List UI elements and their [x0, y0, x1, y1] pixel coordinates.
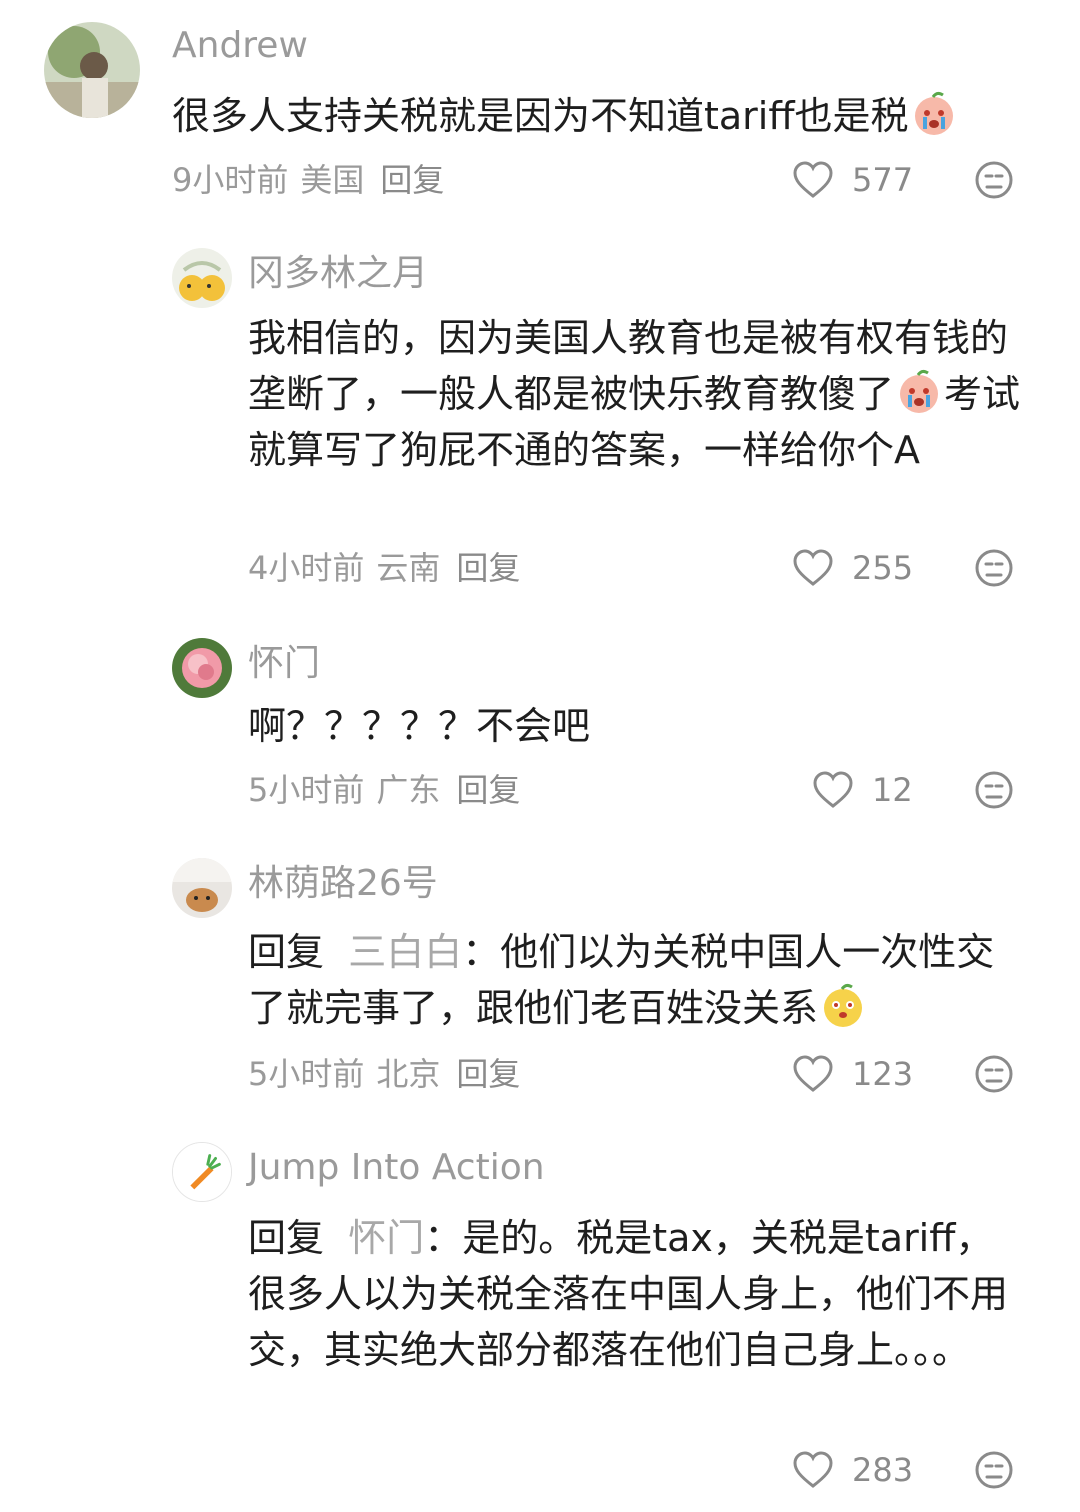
- reply-prefix: 回复: [248, 930, 325, 974]
- dislike-face-icon: [975, 161, 1013, 199]
- like-count: 12: [872, 771, 913, 809]
- comment-author[interactable]: Jump Into Action: [248, 1146, 545, 1190]
- comment-location: 广东: [376, 771, 441, 809]
- avatar[interactable]: [172, 248, 232, 308]
- avatar[interactable]: [172, 638, 232, 698]
- dislike-face-icon: [975, 1451, 1013, 1489]
- like-button[interactable]: 123: [792, 1052, 913, 1096]
- comment-meta: 5小时前 北京 回复: [248, 1054, 532, 1094]
- blushing-emoji-icon: [824, 983, 863, 1027]
- like-count: 577: [852, 161, 914, 199]
- reply-prefix: 回复: [248, 1216, 325, 1260]
- avatar[interactable]: [172, 858, 232, 918]
- comment-time: 4小时前: [248, 549, 365, 587]
- reply-button[interactable]: 回复: [456, 1055, 520, 1093]
- heart-icon: [793, 1451, 833, 1488]
- heart-icon: [793, 161, 833, 198]
- like-button[interactable]: 12: [812, 768, 913, 812]
- comment-time: 5小时前: [248, 771, 365, 809]
- like-button[interactable]: 283: [792, 1448, 913, 1492]
- crying-emoji-icon: [900, 369, 939, 413]
- dislike-face-icon: [975, 1055, 1013, 1093]
- heart-icon: [793, 1055, 833, 1092]
- comment-text-body: 很多人支持关税就是因为不知道tariff也是税: [172, 94, 909, 138]
- comment-text-body: 我相信的，因为美国人教育也是被有权有钱的垄断了，一般人都是被快乐教育教傻了: [248, 316, 1009, 416]
- comment-text: 回复 三白白：他们以为关税中国人一次性交了就完事了，跟他们老百姓没关系: [248, 924, 1028, 1036]
- comment-meta: 9小时前 美国 回复: [172, 160, 456, 200]
- comment-time: 9小时前: [172, 161, 289, 199]
- dislike-face-icon: [975, 771, 1013, 809]
- comment-meta: 4小时前 云南 回复: [248, 548, 532, 588]
- comment-author[interactable]: 冈多林之月: [248, 252, 428, 296]
- like-button[interactable]: 577: [792, 158, 913, 202]
- comment-time: 5小时前: [248, 1055, 365, 1093]
- like-count: 283: [852, 1451, 914, 1489]
- comment-location: 云南: [376, 549, 441, 587]
- mention-link[interactable]: 三白白: [348, 930, 462, 974]
- comment-author[interactable]: Andrew: [172, 24, 308, 68]
- comment-text: 啊？？？？？不会吧: [248, 698, 1023, 754]
- heart-icon: [793, 549, 833, 586]
- dislike-button[interactable]: [974, 160, 1014, 200]
- comment-location: 美国: [300, 161, 365, 199]
- avatar[interactable]: [44, 22, 140, 118]
- comment-meta: 5小时前 广东 回复: [248, 770, 532, 810]
- dislike-button[interactable]: [974, 1450, 1014, 1490]
- dislike-face-icon: [975, 549, 1013, 587]
- like-count: 255: [852, 549, 914, 587]
- reply-button[interactable]: 回复: [380, 161, 444, 199]
- reply-button[interactable]: 回复: [456, 771, 520, 809]
- like-button[interactable]: 255: [792, 546, 913, 590]
- crying-emoji-icon: [914, 91, 953, 135]
- comment-text: 很多人支持关税就是因为不知道tariff也是税: [172, 88, 1042, 144]
- dislike-button[interactable]: [974, 770, 1014, 810]
- comment-author[interactable]: 林荫路26号: [248, 862, 438, 906]
- dislike-button[interactable]: [974, 548, 1014, 588]
- comment-text: 我相信的，因为美国人教育也是被有权有钱的垄断了，一般人都是被快乐教育教傻了 考试就…: [248, 310, 1023, 478]
- mention-link[interactable]: 怀门: [348, 1216, 424, 1260]
- comment-location: 北京: [376, 1055, 441, 1093]
- reply-button[interactable]: 回复: [456, 549, 520, 587]
- dislike-button[interactable]: [974, 1054, 1014, 1094]
- like-count: 123: [852, 1055, 914, 1093]
- avatar[interactable]: [172, 1142, 232, 1202]
- comment-author[interactable]: 怀门: [248, 642, 320, 686]
- comment-text-body: 啊？？？？？不会吧: [248, 704, 591, 748]
- heart-icon: [813, 771, 853, 808]
- comment-text: 回复 怀门：是的。税是tax，关税是tariff，很多人以为关税全落在中国人身上…: [248, 1210, 1008, 1378]
